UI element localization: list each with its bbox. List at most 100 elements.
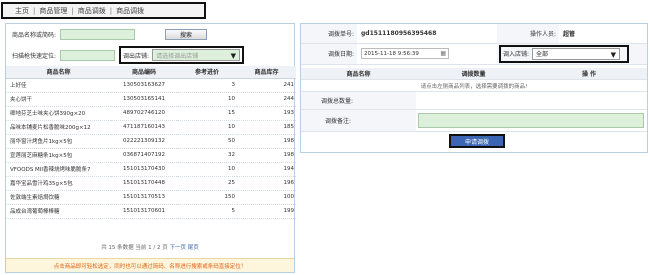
col-code: 商品编码 [111, 66, 177, 79]
cell-stock: 194 [237, 162, 296, 177]
breadcrumb-current: 商品调拨 [116, 6, 145, 15]
cell-name: VFOODS MII香辣烧烤味脆脆条7 [6, 162, 111, 177]
in-store-select[interactable]: 全部 ▼ [532, 47, 621, 60]
breadcrumb: 主页 | 商品管理 | 商品调拨 | 商品调拨 [1, 2, 206, 19]
operator-value: 超管 [559, 24, 647, 44]
cell-stock: 199 [237, 204, 296, 219]
total-value [416, 91, 647, 110]
cell-price: 10 [177, 92, 237, 107]
out-store-select[interactable]: 请选择调出店铺 ▼ [152, 49, 241, 61]
cell-code: 151013170601 [111, 204, 177, 219]
cell-code: 151013170448 [111, 176, 177, 191]
table-row[interactable]: VFOODS MII香辣烧烤味脆脆条7 151013170430 10 194 [6, 162, 296, 177]
cell-name: 卿地芬芝士味夹心饼390g×20 [6, 106, 111, 121]
date-input[interactable]: 2015-11-18 9:56:39 ▦ [361, 48, 449, 59]
scan-row: 扫描枪快速定位: 调出店铺: 请选择调出店铺 ▼ [12, 46, 245, 64]
cell-name: 品味本铺麦片松香脆味200g×12 [6, 120, 111, 135]
transfer-detail-table: 商品名称 调拨数量 操 作 请点击左侧商品列表，选择需要调拨的商品! 调拨总数量… [301, 67, 647, 132]
cell-code: 130503163627 [111, 78, 177, 93]
cell-name: 佐敦端生素焙焗饮糖 [6, 190, 111, 205]
cell-name: 品成台湾葡萄棒棒糖 [6, 204, 111, 219]
cell-price: 5 [177, 204, 237, 219]
cell-code: 489702746120 [111, 106, 177, 121]
table-row[interactable]: 佐敦端生素焙焗饮糖 151013170513 150 100 [6, 190, 296, 205]
table-row[interactable]: 卿地芬芝士味夹心饼390g×20 489702746120 15 193 [6, 106, 296, 121]
table-row[interactable]: 嘉华宝品雪汁鸡35g×5包 151013170448 25 196 [6, 176, 296, 191]
pager-next-link[interactable]: 下一页 [170, 245, 187, 251]
cell-code: 022221309132 [111, 134, 177, 149]
calendar-icon[interactable]: ▦ [440, 50, 446, 57]
detail-empty-row: 请点击左侧商品列表，选择需要调拨的商品! [301, 79, 647, 92]
submit-transfer-button[interactable]: 申请调拨 [449, 134, 505, 148]
table-row[interactable]: 品成台湾葡萄棒棒糖 151013170601 5 199 [6, 204, 296, 219]
cell-stock: 241 [237, 78, 296, 93]
in-store-cell: 调入店铺: 全部 ▼ [497, 43, 647, 65]
cell-stock: 193 [237, 106, 296, 121]
cell-price: 50 [177, 134, 237, 149]
remark-cell [416, 109, 647, 132]
breadcrumb-separator: | [71, 6, 74, 15]
scan-input[interactable] [60, 49, 116, 61]
search-input[interactable] [60, 29, 136, 40]
detail-col-name: 商品名称 [301, 67, 416, 80]
col-name: 商品名称 [6, 66, 111, 79]
remark-row: 调拨备注: [301, 109, 647, 132]
table-row[interactable]: 品味本铺麦片松香脆味200g×12 471187160143 10 185 [6, 120, 296, 135]
col-stock: 商品库存 [237, 66, 296, 79]
table-row[interactable]: 上好佳 130503163627 3 241 [6, 78, 296, 93]
hint-bar: 点击商品即可轻松选定，同时也可以通过简码、名称进行搜索或条码直接定位！ [6, 258, 294, 272]
date-label: 调拨日期: [301, 43, 357, 65]
product-table: 商品名称 商品编码 参考进价 商品库存 上好佳 130503163627 3 2… [6, 66, 296, 219]
cell-stock: 196 [237, 176, 296, 191]
cell-stock: 185 [237, 120, 296, 135]
col-price: 参考进价 [177, 66, 237, 79]
in-store-label: 调入店铺: [503, 51, 530, 58]
cell-code: 036871407192 [111, 148, 177, 163]
breadcrumb-product-transfer[interactable]: 商品调拨 [78, 6, 106, 16]
detail-col-qty: 调拨数量 [416, 67, 531, 80]
cell-code: 151013170513 [111, 190, 177, 205]
out-store-placeholder: 请选择调出店铺 [156, 52, 199, 60]
total-row: 调拨总数量: [301, 91, 647, 110]
empty-hint: 请点击左侧商品列表，选择需要调拨的商品! [301, 79, 647, 92]
pager-last-link[interactable]: 尾页 [188, 245, 199, 251]
remark-input[interactable] [418, 113, 644, 128]
in-store-group: 调入店铺: 全部 ▼ [499, 44, 629, 63]
cell-name: 丽华窗汁烤鱼片1kg×5包 [6, 134, 111, 149]
cell-price: 32 [177, 148, 237, 163]
pager: 共 15 条数据 当前 1 / 2 页 下一页 尾页 [6, 243, 294, 251]
cell-price: 10 [177, 120, 237, 135]
cell-price: 15 [177, 106, 237, 121]
order-panel: 调拨单号: gd1511180956395468 操作人员: 超管 调拨日期: … [300, 23, 648, 153]
table-row[interactable]: 夹心饼干 130503165141 10 244 [6, 92, 296, 107]
breadcrumb-product-management[interactable]: 商品管理 [39, 6, 67, 16]
cell-price: 3 [177, 78, 237, 93]
search-label: 商品名称或简码: [12, 32, 57, 39]
chevron-down-icon: ▼ [230, 52, 237, 60]
total-label: 调拨总数量: [301, 91, 416, 110]
cell-name: 夹心饼干 [6, 92, 111, 107]
cell-code: 471187160143 [111, 120, 177, 135]
cell-code: 151013170430 [111, 162, 177, 177]
cell-price: 25 [177, 176, 237, 191]
breadcrumb-home[interactable]: 主页 [15, 6, 29, 16]
cell-stock: 244 [237, 92, 296, 107]
remark-label: 调拨备注: [301, 109, 416, 132]
table-row[interactable]: 宣莲丽芝麻糖条1kg×5包 036871407192 32 198 [6, 148, 296, 163]
cell-stock: 100 [237, 190, 296, 205]
in-store-value: 全部 [536, 51, 549, 58]
detail-col-op: 操 作 [531, 67, 647, 80]
product-table-header: 商品名称 商品编码 参考进价 商品库存 [6, 66, 296, 79]
cell-name: 嘉华宝品雪汁鸡35g×5包 [6, 176, 111, 191]
table-row[interactable]: 丽华窗汁烤鱼片1kg×5包 022221309132 50 198 [6, 134, 296, 149]
scan-label: 扫描枪快速定位: [12, 52, 57, 60]
order-info-table: 调拨单号: gd1511180956395468 操作人员: 超管 调拨日期: … [301, 24, 647, 65]
out-store-group: 调出店铺: 请选择调出店铺 ▼ [119, 46, 245, 64]
date-value: 2015-11-18 9:56:39 [364, 50, 419, 57]
search-row: 商品名称或简码: 搜索 [12, 29, 208, 40]
product-panel: 商品名称或简码: 搜索 扫描枪快速定位: 调出店铺: 请选择调出店铺 ▼ 商品名… [5, 23, 296, 273]
search-button[interactable]: 搜索 [165, 29, 208, 40]
cell-stock: 198 [237, 148, 296, 163]
cell-name: 上好佳 [6, 78, 111, 93]
date-field-cell: 2015-11-18 9:56:39 ▦ [357, 43, 497, 65]
